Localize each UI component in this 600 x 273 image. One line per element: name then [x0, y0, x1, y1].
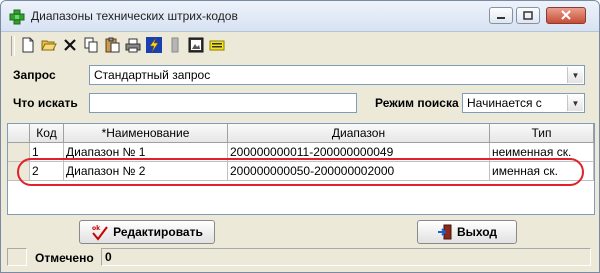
- query-select-value: Стандартный запрос: [94, 68, 211, 82]
- cell-name[interactable]: Диапазон № 1: [64, 143, 228, 162]
- minimize-button[interactable]: [489, 7, 513, 24]
- paste-icon[interactable]: [103, 36, 121, 54]
- status-bar: Отмечено 0: [7, 248, 595, 268]
- cell-name[interactable]: Диапазон № 2: [64, 162, 228, 181]
- maximize-icon: [523, 11, 533, 20]
- row-indicator-header: [8, 124, 30, 143]
- new-document-icon[interactable]: [19, 36, 37, 54]
- column-header-code[interactable]: Код: [30, 124, 64, 143]
- row-indicator: [8, 162, 30, 181]
- search-mode-select[interactable]: Начинается с ▼: [462, 93, 585, 113]
- column-header-range[interactable]: Диапазон: [228, 124, 490, 143]
- cell-range[interactable]: 200000000050-200000002000: [228, 162, 490, 181]
- exit-button[interactable]: Выход: [417, 220, 517, 244]
- table-header: Код *Наименование Диапазон Тип: [8, 124, 594, 143]
- minimize-icon: [497, 17, 505, 19]
- status-panel: [7, 248, 27, 266]
- ranges-table: Код *Наименование Диапазон Тип 1 Диапазо…: [7, 123, 595, 215]
- chevron-down-icon[interactable]: ▼: [567, 95, 583, 111]
- open-folder-icon[interactable]: [40, 36, 58, 54]
- query-select[interactable]: Стандартный запрос ▼: [89, 65, 585, 85]
- cell-range[interactable]: 200000000011-200000000049: [228, 143, 490, 162]
- search-mode-value: Начинается с: [467, 96, 542, 110]
- close-button[interactable]: [546, 7, 586, 24]
- title-bar: Диапазоны технических штрих-кодов: [1, 1, 599, 32]
- svg-text:ok: ok: [92, 225, 101, 232]
- table-row[interactable]: 1 Диапазон № 1 200000000011-200000000049…: [8, 143, 594, 162]
- cell-code[interactable]: 1: [30, 143, 64, 162]
- row-indicator: [8, 143, 30, 162]
- cell-type[interactable]: неименная ск.: [490, 143, 594, 162]
- search-input[interactable]: [89, 93, 357, 113]
- edit-button[interactable]: ok Редактировать: [79, 220, 215, 244]
- column-header-type[interactable]: Тип: [490, 124, 594, 143]
- print-icon[interactable]: [124, 36, 142, 54]
- copy-icon[interactable]: [82, 36, 100, 54]
- search-mode-label: Режим поиска: [375, 96, 459, 110]
- yellow-note-icon[interactable]: [208, 36, 226, 54]
- toolbar-grip: [11, 36, 15, 56]
- edit-button-label: Редактировать: [113, 225, 203, 239]
- search-label: Что искать: [13, 96, 78, 110]
- cell-type[interactable]: именная ск.: [490, 162, 594, 181]
- exit-button-label: Выход: [456, 225, 498, 239]
- checkmark-icon: ok: [91, 223, 109, 241]
- main-window: Диапазоны технических штрих-кодов Запрос…: [0, 0, 600, 273]
- close-icon: [561, 10, 571, 20]
- toolbar: [7, 33, 595, 59]
- cell-code[interactable]: 2: [30, 162, 64, 181]
- image-icon[interactable]: [187, 36, 205, 54]
- marked-label: Отмечено: [35, 251, 94, 265]
- chevron-down-icon[interactable]: ▼: [567, 67, 583, 83]
- query-label: Запрос: [13, 68, 56, 82]
- table-row[interactable]: 2 Диапазон № 2 200000000050-200000002000…: [8, 162, 594, 181]
- app-cross-icon: [9, 9, 25, 25]
- maximize-button[interactable]: [516, 7, 540, 24]
- lightning-icon[interactable]: [145, 36, 163, 54]
- column-header-name[interactable]: *Наименование: [64, 124, 228, 143]
- grey-block-icon: [166, 36, 184, 54]
- search-form: Запрос Стандартный запрос ▼ Что искать Р…: [7, 61, 595, 121]
- delete-icon[interactable]: [61, 36, 79, 54]
- exit-door-icon: [437, 224, 453, 240]
- window-title: Диапазоны технических штрих-кодов: [31, 9, 238, 23]
- marked-count: 0: [101, 248, 591, 266]
